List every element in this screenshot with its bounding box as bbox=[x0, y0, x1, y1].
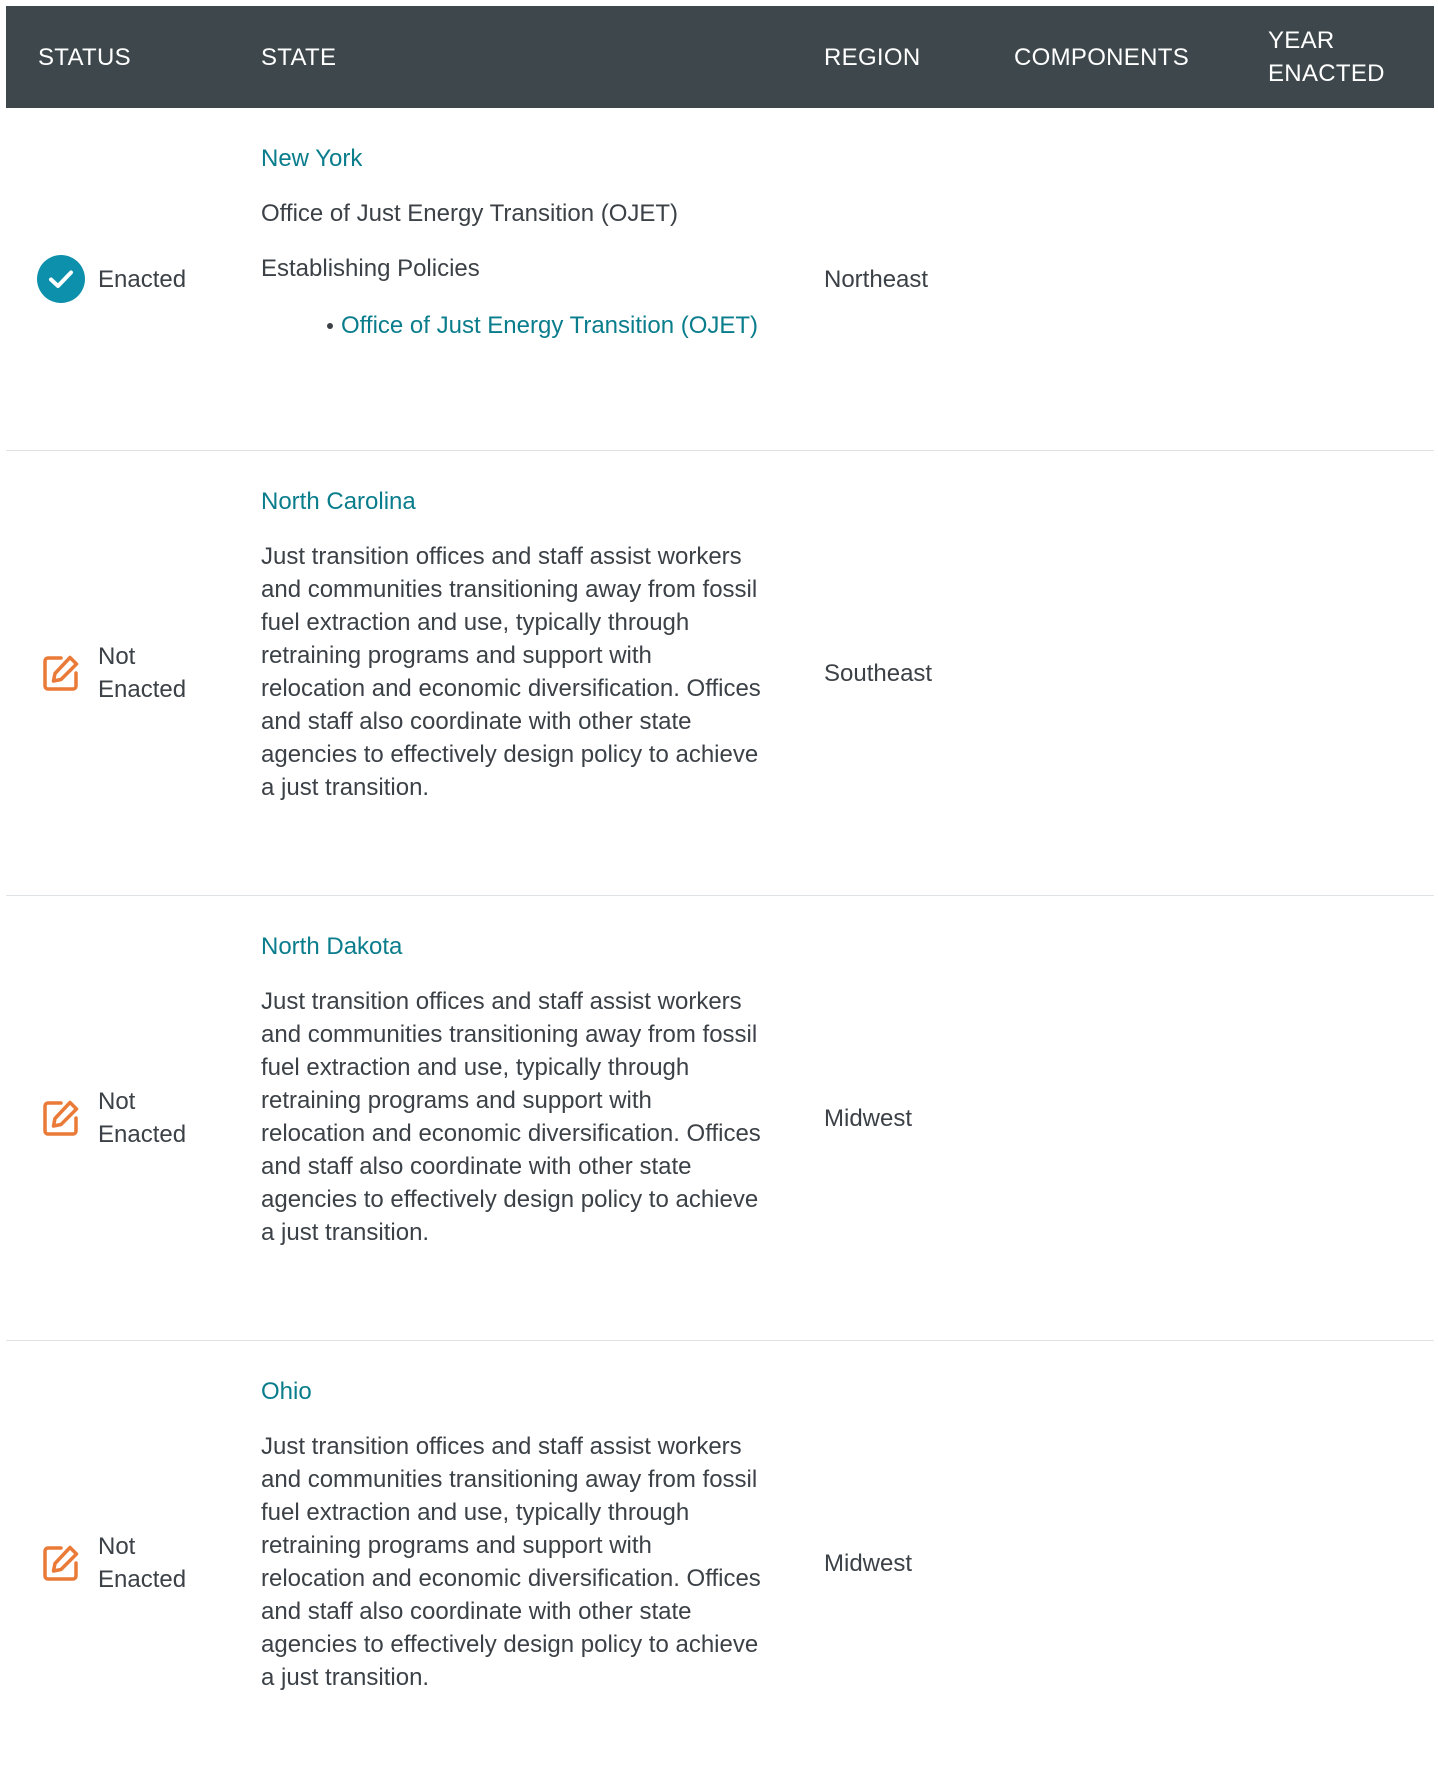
region-label: Midwest bbox=[824, 1104, 913, 1132]
region-cell: Northeast bbox=[824, 108, 928, 450]
edit-pencil-icon bbox=[36, 1093, 86, 1143]
state-description: Just transition offices and staff assist… bbox=[261, 543, 761, 801]
state-link-new-york[interactable]: New York bbox=[261, 142, 761, 175]
header-status[interactable]: STATUS bbox=[38, 6, 131, 108]
state-description: Just transition offices and staff assist… bbox=[261, 988, 761, 1246]
state-description: Office of Just Energy Transition (OJET) bbox=[261, 200, 679, 227]
header-state[interactable]: STATE bbox=[261, 6, 336, 108]
header-year-enacted[interactable]: YEAR ENACTED bbox=[1268, 6, 1418, 108]
region-label: Southeast bbox=[824, 659, 933, 687]
state-cell: North Carolina Just transition offices a… bbox=[261, 451, 761, 856]
region-cell: Midwest bbox=[824, 1341, 912, 1785]
header-components[interactable]: COMPONENTS bbox=[1014, 6, 1189, 108]
table-row: Enacted New York Office of Just Energy T… bbox=[6, 108, 1434, 451]
policy-table: STATUS STATE REGION COMPONENTS YEAR ENAC… bbox=[6, 6, 1434, 1785]
status-label: Not Enacted bbox=[98, 643, 187, 703]
header-region[interactable]: REGION bbox=[824, 6, 920, 108]
section-label: Establishing Policies bbox=[261, 255, 480, 282]
region-cell: Midwest bbox=[824, 896, 912, 1340]
region-label: Midwest bbox=[824, 1549, 913, 1577]
table-row: Not Enacted North Carolina Just transiti… bbox=[6, 451, 1434, 896]
state-link-north-carolina[interactable]: North Carolina bbox=[261, 485, 761, 518]
state-description: Just transition offices and staff assist… bbox=[261, 1433, 761, 1691]
status-cell: Not Enacted bbox=[36, 451, 208, 895]
status-label: Not Enacted bbox=[98, 1533, 187, 1593]
policy-link[interactable]: Office of Just Energy Transition (OJET) bbox=[327, 307, 761, 344]
state-link-ohio[interactable]: Ohio bbox=[261, 1375, 761, 1408]
state-cell: New York Office of Just Energy Transitio… bbox=[261, 108, 761, 396]
status-label: Enacted bbox=[98, 265, 187, 293]
state-cell: Ohio Just transition offices and staff a… bbox=[261, 1341, 761, 1746]
table-header: STATUS STATE REGION COMPONENTS YEAR ENAC… bbox=[6, 6, 1434, 108]
table-row: Not Enacted North Dakota Just transition… bbox=[6, 896, 1434, 1341]
status-cell: Not Enacted bbox=[36, 1341, 208, 1785]
region-label: Northeast bbox=[824, 265, 929, 293]
status-cell: Not Enacted bbox=[36, 896, 208, 1340]
region-cell: Southeast bbox=[824, 451, 932, 895]
edit-pencil-icon bbox=[36, 648, 86, 698]
check-circle-icon bbox=[36, 254, 86, 304]
policy-list: Office of Just Energy Transition (OJET) bbox=[261, 307, 761, 344]
state-cell: North Dakota Just transition offices and… bbox=[261, 896, 761, 1301]
status-label: Not Enacted bbox=[98, 1088, 187, 1148]
edit-pencil-icon bbox=[36, 1538, 86, 1588]
table-row: Not Enacted Ohio Just transition offices… bbox=[6, 1341, 1434, 1785]
state-link-north-dakota[interactable]: North Dakota bbox=[261, 930, 761, 963]
status-cell: Enacted bbox=[36, 108, 208, 450]
